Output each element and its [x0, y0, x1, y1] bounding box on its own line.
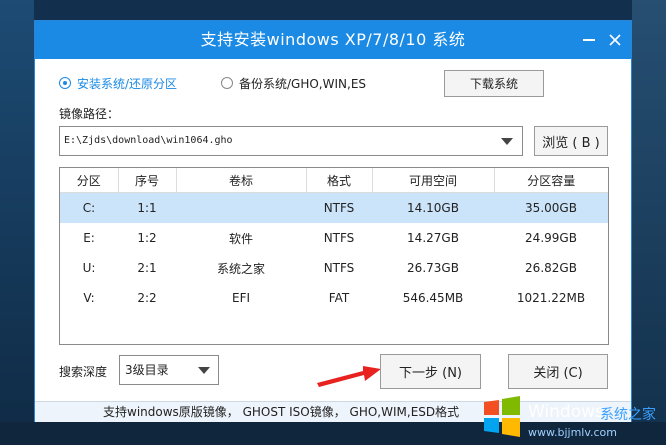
- col-header-free-space[interactable]: 可用空间: [372, 168, 495, 193]
- table-row[interactable]: C: 1:1 NTFS 14.10GB 35.00GB: [60, 192, 608, 223]
- window-title: 支持安装windows XP/7/8/10 系统: [200, 30, 466, 49]
- cell-capacity: 35.00GB: [494, 192, 608, 223]
- desktop-background-left: [0, 0, 34, 445]
- cell-free-space: 546.45MB: [402, 291, 464, 305]
- search-depth-value: 3级目录: [125, 363, 169, 377]
- cell-partition: U:: [82, 261, 96, 275]
- cell-capacity: 24.99GB: [525, 231, 577, 245]
- title-bar: 支持安装windows XP/7/8/10 系统: [35, 21, 631, 59]
- cell-format: FAT: [328, 291, 350, 305]
- radio-backup-label: 备份系统/GHO,WIN,ES: [239, 76, 367, 91]
- radio-restore-option[interactable]: 安装系统/还原分区: [59, 73, 177, 93]
- col-header-index[interactable]: 序号: [118, 168, 177, 193]
- cell-volume-label: 系统之家: [216, 261, 265, 276]
- cell-free-space: 14.27GB: [407, 231, 459, 245]
- col-header-capacity[interactable]: 分区容量: [494, 168, 608, 193]
- cell-capacity: 1021.22MB: [516, 291, 586, 305]
- radio-backup-option[interactable]: 备份系统/GHO,WIN,ES: [221, 73, 366, 93]
- close-icon: [609, 34, 621, 46]
- cell-format: NTFS: [323, 261, 355, 275]
- cell-format: NTFS: [306, 192, 372, 223]
- search-depth-select[interactable]: 3级目录: [119, 355, 219, 385]
- cell-index: 2:1: [137, 261, 157, 275]
- table-header-row: 分区 序号 卷标 格式 可用空间 分区容量: [60, 168, 608, 193]
- cell-index: 2:2: [137, 291, 157, 305]
- table-row[interactable]: V: 2:2 EFI FAT 546.45MB 1021.22MB: [60, 283, 608, 313]
- watermark-site-name: 系统之家: [600, 407, 656, 423]
- col-header-format[interactable]: 格式: [306, 168, 373, 193]
- table-row[interactable]: E: 1:2 软件 NTFS 14.27GB 24.99GB: [60, 223, 608, 253]
- table-row[interactable]: U: 2:1 系统之家 NTFS 26.73GB 26.82GB: [60, 253, 608, 283]
- cell-partition: V:: [83, 291, 95, 305]
- chevron-down-icon[interactable]: [198, 367, 210, 374]
- browse-button[interactable]: 浏览 ( B ): [534, 126, 608, 156]
- cell-index: 1:1: [118, 192, 176, 223]
- cell-partition: E:: [83, 231, 95, 245]
- desktop-background-right: [632, 0, 666, 445]
- supported-formats-text: 支持windows原版镜像， GHOST ISO镜像， GHO,WIM,ESD格…: [103, 405, 460, 419]
- cell-volume-label: 软件: [228, 231, 253, 246]
- image-path-select[interactable]: E:\Zjds\download\win1064.gho: [59, 126, 523, 156]
- download-system-button[interactable]: 下载系统: [444, 70, 544, 97]
- radio-restore[interactable]: [59, 77, 71, 89]
- col-header-volume-label[interactable]: 卷标: [176, 168, 307, 193]
- search-depth-label: 搜索深度: [59, 365, 108, 379]
- image-path-label: 镜像路径：: [59, 107, 120, 121]
- chevron-down-icon[interactable]: [501, 138, 513, 145]
- cell-index: 1:2: [137, 231, 157, 245]
- minimize-icon: [583, 39, 595, 41]
- watermark-brand: Windows: [528, 402, 604, 422]
- close-window-button[interactable]: [605, 30, 625, 50]
- site-watermark: Windows 系统之家 www.bjjmlv.com: [476, 388, 666, 445]
- col-header-partition[interactable]: 分区: [60, 168, 119, 193]
- cell-free-space: 26.73GB: [407, 261, 459, 275]
- close-button[interactable]: 关闭 (C): [508, 354, 608, 389]
- image-path-value: E:\Zjds\download\win1064.gho: [64, 135, 233, 146]
- cell-partition: C:: [60, 192, 118, 223]
- partition-table: 分区 序号 卷标 格式 可用空间 分区容量 C: 1:1 NTFS 14.10G…: [59, 167, 609, 345]
- red-arrow-icon: [317, 366, 381, 387]
- minimize-button[interactable]: [579, 30, 599, 50]
- installer-window: 支持安装windows XP/7/8/10 系统 安装系统/还原分区 备份系统/…: [34, 20, 632, 422]
- windows-logo-icon: [484, 396, 520, 437]
- cell-format: NTFS: [323, 231, 355, 245]
- next-button[interactable]: 下一步 (N): [380, 354, 481, 389]
- radio-backup[interactable]: [221, 77, 233, 89]
- cell-volume-label: EFI: [231, 291, 251, 305]
- radio-restore-label: 安装系统/还原分区: [77, 76, 178, 91]
- cell-volume-label: [176, 192, 306, 223]
- cell-capacity: 26.82GB: [525, 261, 577, 275]
- watermark-url: www.bjjmlv.com: [528, 426, 617, 439]
- cell-free-space: 14.10GB: [372, 192, 494, 223]
